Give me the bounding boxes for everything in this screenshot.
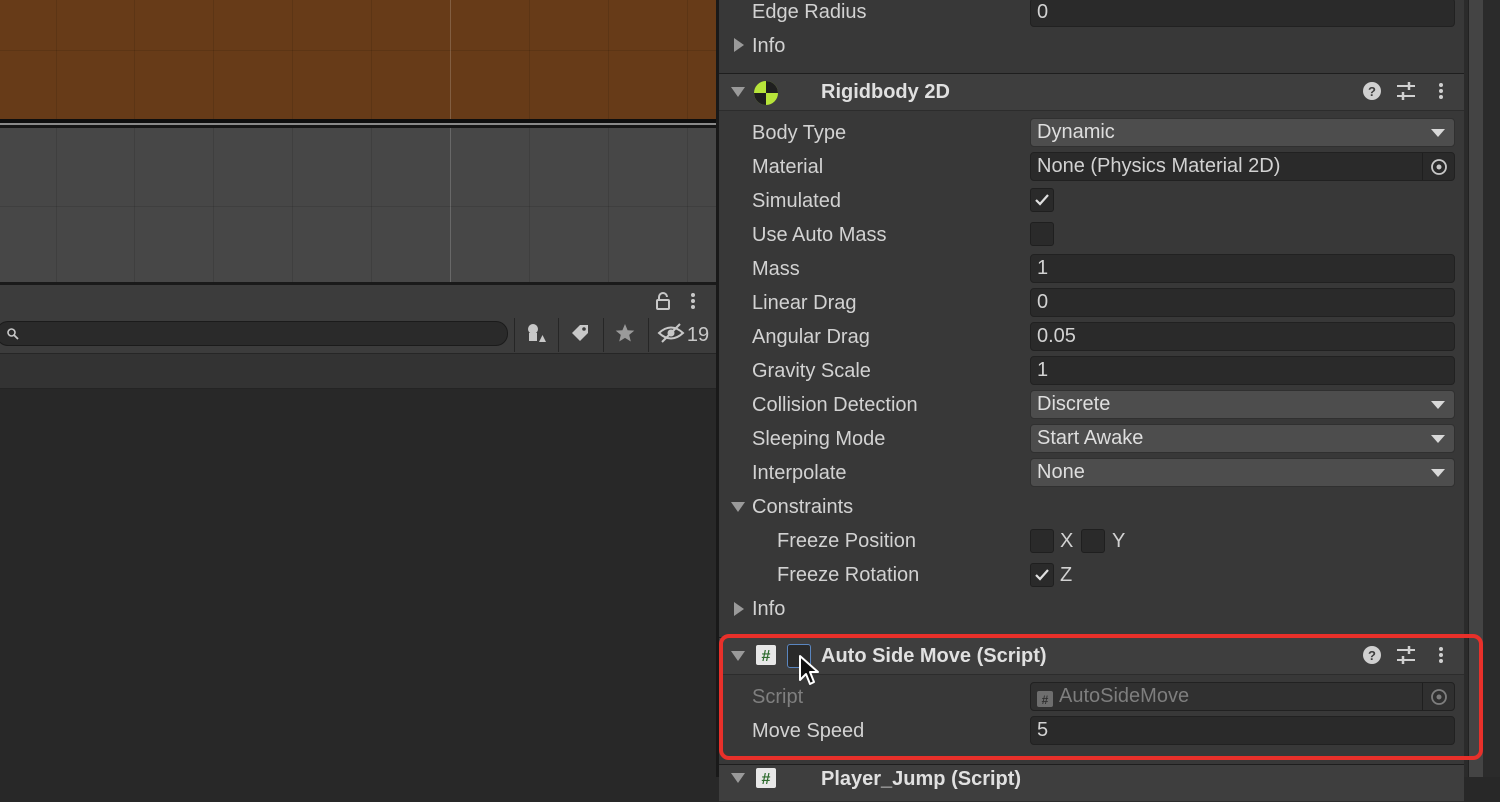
freeze-position-x-label: X [1060, 530, 1074, 552]
use-auto-mass-checkbox[interactable] [1030, 222, 1054, 246]
hidden-eye-icon [657, 322, 685, 349]
sleeping-mode-label: Sleeping Mode [752, 428, 886, 450]
linear-drag-field[interactable]: 0 [1030, 288, 1455, 317]
filter-by-label-button[interactable] [558, 318, 601, 352]
kebab-menu-icon[interactable] [686, 291, 700, 311]
rigidbody2d-icon [753, 80, 779, 106]
mouse-cursor-icon [798, 654, 822, 688]
dropdown-arrow-icon [1431, 469, 1445, 477]
material-field[interactable]: None (Physics Material 2D) [1030, 152, 1455, 181]
script-hash-icon: # [755, 767, 777, 789]
freeze-rotation-z-checkbox[interactable] [1030, 563, 1054, 587]
freeze-position-x-checkbox[interactable] [1030, 529, 1054, 553]
freeze-position-y-label: Y [1112, 530, 1126, 552]
grid-line [0, 50, 716, 51]
collision-detection-value: Discrete [1037, 393, 1111, 415]
rigidbody2d-title: Rigidbody 2D [821, 81, 950, 103]
material-value: None (Physics Material 2D) [1037, 155, 1281, 177]
info-foldout-icon[interactable] [734, 602, 744, 616]
dropdown-arrow-icon [1431, 401, 1445, 409]
dropdown-arrow-icon [1431, 129, 1445, 137]
collider-info-label[interactable]: Info [752, 34, 785, 58]
gravity-scale-label: Gravity Scale [752, 360, 871, 382]
sleeping-mode-dropdown[interactable]: Start Awake [1030, 424, 1455, 453]
mass-label: Mass [752, 258, 800, 280]
body-type-value: Dynamic [1037, 121, 1115, 143]
grid-line [608, 0, 609, 284]
player-jump-title: Player_Jump (Script) [821, 768, 1022, 790]
presets-icon[interactable] [1395, 80, 1417, 102]
grid-line [292, 0, 293, 284]
scene-view[interactable] [0, 0, 716, 284]
material-label: Material [752, 156, 824, 178]
hidden-count: 19 [686, 323, 710, 346]
search-icon [6, 327, 20, 341]
edge-radius-label: Edge Radius [752, 1, 867, 23]
dropdown-arrow-icon [1431, 435, 1445, 443]
highlight-box [719, 634, 1483, 760]
shapes-filter-icon [525, 322, 547, 349]
interpolate-label: Interpolate [752, 462, 847, 484]
interpolate-value: None [1037, 461, 1085, 483]
rigidbody-info-label[interactable]: Info [752, 597, 785, 621]
constraints-foldout-icon[interactable] [731, 502, 745, 512]
freeze-rotation-z-label: Z [1060, 564, 1073, 586]
use-auto-mass-label: Use Auto Mass [752, 224, 887, 246]
favorite-star-icon [614, 322, 636, 349]
checkmark-icon [1035, 194, 1049, 206]
kebab-menu-icon[interactable] [1430, 80, 1452, 102]
collision-detection-label: Collision Detection [752, 394, 918, 416]
collision-detection-dropdown[interactable]: Discrete [1030, 390, 1455, 419]
angular-drag-label: Angular Drag [752, 326, 870, 348]
collapse-player-jump-icon[interactable] [731, 773, 745, 783]
angular-drag-field[interactable]: 0.05 [1030, 322, 1455, 351]
simulated-label: Simulated [752, 190, 841, 212]
edge-radius-field[interactable]: 0 [1030, 0, 1455, 27]
grid-line [0, 206, 716, 207]
linear-drag-label: Linear Drag [752, 292, 857, 314]
mass-field[interactable]: 1 [1030, 254, 1455, 283]
grid-line [687, 0, 688, 284]
svg-text:#: # [762, 771, 771, 788]
body-type-dropdown[interactable]: Dynamic [1030, 118, 1455, 147]
grid-line [371, 0, 372, 284]
grid-line [213, 0, 214, 284]
object-picker-icon[interactable] [1422, 153, 1454, 180]
hidden-objects-toggle[interactable]: 19 [648, 318, 717, 352]
body-type-label: Body Type [752, 122, 847, 144]
grid-line [56, 0, 57, 284]
simulated-checkbox[interactable] [1030, 188, 1054, 212]
ground-edge-shadow [0, 125, 716, 128]
checkmark-icon [1035, 569, 1049, 581]
constraints-label[interactable]: Constraints [752, 495, 853, 519]
freeze-position-y-checkbox[interactable] [1081, 529, 1105, 553]
hierarchy-list[interactable] [0, 389, 716, 777]
hierarchy-list-header [0, 354, 716, 389]
collapse-rigidbody-icon[interactable] [731, 87, 745, 97]
grid-line [134, 0, 135, 284]
interpolate-dropdown[interactable]: None [1030, 458, 1455, 487]
freeze-rotation-label: Freeze Rotation [777, 564, 920, 586]
hierarchy-tab-bar [0, 285, 716, 317]
gravity-scale-field[interactable]: 1 [1030, 356, 1455, 385]
favorites-button[interactable] [603, 318, 646, 352]
info-foldout-icon[interactable] [734, 38, 744, 52]
grid-line [529, 0, 530, 284]
help-icon[interactable]: ? [1361, 80, 1383, 102]
sleeping-mode-value: Start Awake [1037, 427, 1144, 449]
scene-axis-line [450, 0, 451, 284]
filter-by-type-button[interactable] [514, 318, 557, 352]
svg-text:?: ? [1368, 84, 1376, 99]
lock-icon[interactable] [654, 291, 672, 311]
label-tag-icon [569, 322, 591, 349]
search-input[interactable] [0, 321, 508, 346]
freeze-position-label: Freeze Position [777, 530, 916, 552]
